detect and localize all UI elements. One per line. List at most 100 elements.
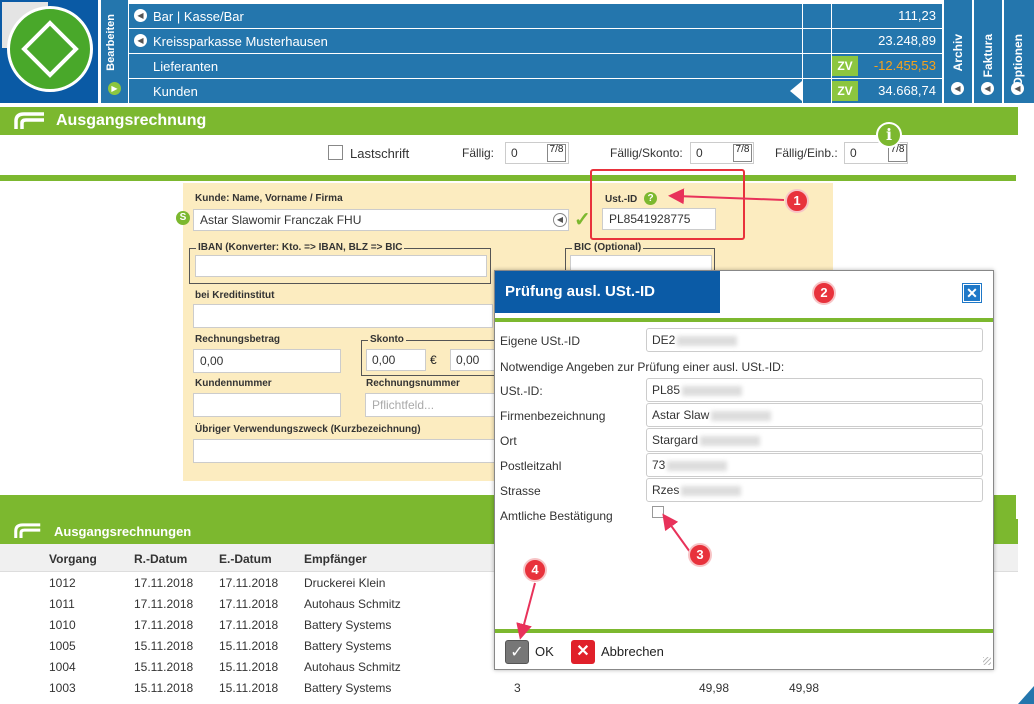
selected-pointer-icon (790, 81, 802, 101)
edit-arrow-icon: ▶ (108, 82, 121, 95)
faktura-button[interactable]: Faktura ◀ (974, 0, 1002, 103)
skonto-group: Skonto 0,00 € 0,00 (361, 334, 502, 376)
header-logo-icon (14, 112, 44, 129)
purpose-input[interactable] (193, 439, 495, 463)
euro-label: € (430, 353, 437, 367)
account-label: Kreissparkasse Musterhausen (153, 33, 328, 49)
customer-dropdown-icon[interactable]: ◀ (553, 213, 567, 227)
due-calendar-icon[interactable]: 7/8 (547, 144, 566, 162)
iban-input[interactable] (195, 255, 487, 277)
confirmation-checkbox[interactable] (652, 506, 664, 518)
archive-button[interactable]: Archiv ◀ (944, 0, 972, 103)
cell-edatum: 15.11.2018 (219, 681, 279, 695)
dialog-field-input[interactable]: 73 (646, 453, 983, 477)
account-row[interactable]: Kunden (129, 79, 802, 103)
own-ustid-input[interactable]: DE2 (646, 328, 983, 352)
account-row[interactable]: ◀ Kreissparkasse Musterhausen (129, 29, 802, 53)
faktura-label: Faktura (981, 34, 995, 78)
own-ustid-label: Eigene USt.-ID (500, 334, 581, 348)
account-arrow-icon: ◀ (134, 9, 147, 22)
due-label: Fällig: (462, 146, 495, 160)
info-icon[interactable]: i (876, 122, 902, 148)
cell-c6: 49,98 (699, 681, 730, 695)
cell-vorgang: 1012 (49, 576, 76, 590)
account-mid-cell (803, 54, 831, 78)
dialog-field-label: Strasse (500, 484, 541, 498)
account-row[interactable]: ◀ Bar | Kasse/Bar (129, 4, 802, 28)
dialog-close-icon[interactable]: ✕ (962, 283, 982, 303)
col-vorgang[interactable]: Vorgang (49, 552, 97, 566)
invoice-number-input[interactable]: Pflichtfeld... (365, 393, 495, 417)
annotation-2: 2 (812, 281, 836, 305)
cancel-x-icon[interactable]: ✕ (571, 640, 595, 664)
cell-empfaenger: Autohaus Schmitz (304, 597, 401, 611)
cell-rdatum: 17.11.2018 (134, 618, 194, 632)
ustid-check-dialog: Prüfung ausl. USt.-ID ✕ Eigene USt.-ID D… (494, 270, 994, 670)
account-value: 111,23 (832, 4, 942, 28)
edit-label: Bearbeiten (105, 14, 117, 71)
bank-input[interactable] (193, 304, 493, 328)
account-label: Lieferanten (153, 58, 219, 74)
cell-vorgang: 1011 (49, 597, 75, 611)
annotation-3: 3 (688, 543, 712, 567)
cell-edatum: 15.11.2018 (219, 660, 279, 674)
app-logo[interactable] (0, 0, 100, 103)
valid-check-icon: ✓ (574, 209, 591, 231)
zv-badge[interactable]: ZV (832, 56, 858, 76)
cell-empfaenger: Druckerei Klein (304, 576, 386, 590)
options-label: Optionen (1011, 34, 1025, 87)
cell-rdatum: 17.11.2018 (134, 576, 194, 590)
edit-side-button[interactable]: Bearbeiten ▶ (101, 0, 128, 103)
amount-input[interactable]: 0,00 (193, 349, 341, 373)
confirmation-label: Amtliche Bestätigung (500, 509, 613, 523)
customer-number-label: Kundennummer (195, 378, 272, 389)
dialog-field-label: Firmenbezeichnung (500, 409, 606, 423)
dialog-hint: Notwendige Angeben zur Prüfung einer aus… (500, 360, 785, 374)
account-value: 23.248,89 (832, 29, 942, 53)
iban-label: IBAN (Konverter: Kto. => IBAN, BLZ => BI… (196, 242, 405, 253)
amount-label: Rechnungsbetrag (195, 334, 281, 345)
ok-button[interactable]: OK (535, 644, 554, 659)
skonto-due-label: Fällig/Skonto: (610, 146, 683, 160)
account-mid-cell (803, 79, 831, 103)
cell-vorgang: 1010 (49, 618, 76, 632)
account-row[interactable]: Lieferanten (129, 54, 802, 78)
lastschrift-checkbox[interactable] (328, 145, 343, 160)
customer-input[interactable]: Astar Slawomir Franczak FHU (193, 209, 569, 231)
skonto-calendar-icon[interactable]: 7/8 (733, 144, 752, 162)
cell-vorgang: 1005 (49, 639, 76, 653)
customer-number-input[interactable] (193, 393, 341, 417)
cancel-button[interactable]: Abbrechen (601, 644, 664, 659)
zv-badge[interactable]: ZV (832, 81, 858, 101)
options-button[interactable]: Optionen ◀ (1004, 0, 1034, 103)
cell-rdatum: 15.11.2018 (134, 660, 194, 674)
corner-marker (1018, 686, 1034, 704)
dialog-field-input[interactable]: PL85 (646, 378, 983, 402)
dialog-divider (495, 318, 993, 322)
col-rdatum[interactable]: R.-Datum (134, 552, 187, 566)
table-row[interactable]: 1003 15.11.2018 15.11.2018 Battery Syste… (0, 678, 1018, 699)
cell-c7: 49,98 (789, 681, 820, 695)
dialog-field-label: Ort (500, 434, 517, 448)
account-label: Kunden (153, 83, 198, 99)
cell-empfaenger: Battery Systems (304, 639, 392, 653)
col-edatum[interactable]: E.-Datum (219, 552, 272, 566)
lastschrift-label: Lastschrift (350, 146, 410, 161)
annotation-1: 1 (785, 189, 809, 213)
faktura-arrow-icon: ◀ (981, 82, 994, 95)
dialog-field-input[interactable]: Astar Slaw (646, 403, 983, 427)
list-logo-icon (14, 523, 41, 538)
account-label: Bar | Kasse/Bar (153, 8, 244, 24)
dialog-field-label: Postleitzahl (500, 459, 562, 473)
ok-check-icon[interactable]: ✓ (505, 640, 529, 664)
skonto-percent-input[interactable]: 0,00 (366, 349, 426, 371)
customer-s-icon[interactable]: S (176, 211, 190, 225)
cell-empfaenger: Battery Systems (304, 681, 392, 695)
dialog-footer-divider (495, 629, 993, 633)
cell-vorgang: 1004 (49, 660, 76, 674)
dialog-field-input[interactable]: Stargard (646, 428, 983, 452)
cell-vorgang: 1003 (49, 681, 76, 695)
resize-grip-icon[interactable] (983, 657, 991, 665)
dialog-field-input[interactable]: Rzes (646, 478, 983, 502)
col-empfaenger[interactable]: Empfänger (304, 552, 367, 566)
